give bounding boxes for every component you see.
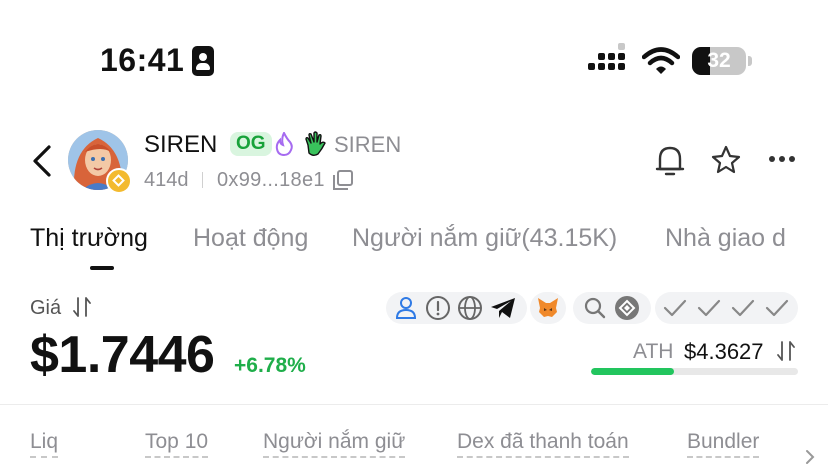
metric-dex-paid[interactable]: Dex đã thanh toán	[457, 430, 629, 458]
section-divider	[0, 404, 828, 405]
globe-icon[interactable]	[457, 295, 483, 321]
price-label: Giá	[30, 297, 62, 319]
token-symbol: SIREN	[334, 132, 402, 157]
metric-holders[interactable]: Người nắm giữ	[263, 430, 406, 458]
bnb-scan-icon[interactable]	[614, 295, 640, 321]
ath-progress-bar	[591, 368, 798, 375]
bell-icon[interactable]	[655, 144, 685, 178]
ath-value: $4.3627	[684, 339, 764, 364]
favorite-star-icon[interactable]	[711, 145, 741, 175]
sort-toggle-icon[interactable]	[72, 296, 92, 318]
battery-icon: 32	[692, 47, 746, 75]
copy-icon[interactable]	[332, 169, 354, 191]
meta-divider	[202, 172, 203, 188]
cellular-signal-icon	[588, 43, 632, 77]
active-tab-indicator	[90, 266, 114, 270]
fire-icon	[275, 132, 293, 156]
tab-traders[interactable]: Nhà giao d	[665, 224, 786, 253]
ath-label: ATH	[633, 340, 674, 363]
battery-tip	[748, 56, 752, 66]
audit-pill	[530, 292, 566, 324]
alert-icon[interactable]	[425, 295, 451, 321]
check-icon	[663, 299, 687, 317]
back-icon[interactable]	[30, 144, 54, 178]
bnb-chain-icon	[106, 168, 132, 194]
metamask-fox-icon[interactable]	[536, 296, 560, 320]
contact-card-icon	[192, 46, 214, 76]
token-name: SIREN	[144, 131, 218, 158]
tab-activity[interactable]: Hoạt động	[193, 224, 308, 253]
token-age: 414d	[144, 169, 189, 191]
chevron-right-icon[interactable]	[804, 449, 816, 465]
checks-pill	[655, 292, 798, 324]
og-badge: OG	[230, 132, 272, 156]
check-icon	[731, 299, 755, 317]
telegram-icon[interactable]	[489, 296, 517, 320]
metric-liq[interactable]: Liq	[30, 430, 59, 458]
contract-address[interactable]: 0x99...18e1	[217, 169, 325, 192]
price-change: +6.78%	[234, 354, 306, 377]
check-icon	[765, 299, 789, 317]
battery-percent: 32	[707, 49, 731, 72]
more-options-icon[interactable]	[768, 155, 796, 163]
user-icon[interactable]	[394, 295, 418, 321]
ath-sort-icon[interactable]	[776, 340, 796, 362]
metric-bundler[interactable]: Bundler	[687, 430, 760, 458]
social-links-pill	[386, 292, 527, 324]
tools-pill	[573, 292, 651, 324]
search-icon[interactable]	[583, 296, 607, 320]
ath-progress-fill	[591, 368, 674, 375]
check-icon	[697, 299, 721, 317]
token-price: $1.7446	[30, 326, 215, 384]
tab-holders[interactable]: Người nắm giữ(43.15K)	[352, 224, 617, 253]
wave-hand-icon	[305, 131, 326, 156]
wifi-icon	[642, 47, 680, 74]
tab-market[interactable]: Thị trường	[30, 224, 148, 253]
metric-top10[interactable]: Top 10	[145, 430, 209, 458]
status-time: 16:41	[100, 42, 185, 78]
